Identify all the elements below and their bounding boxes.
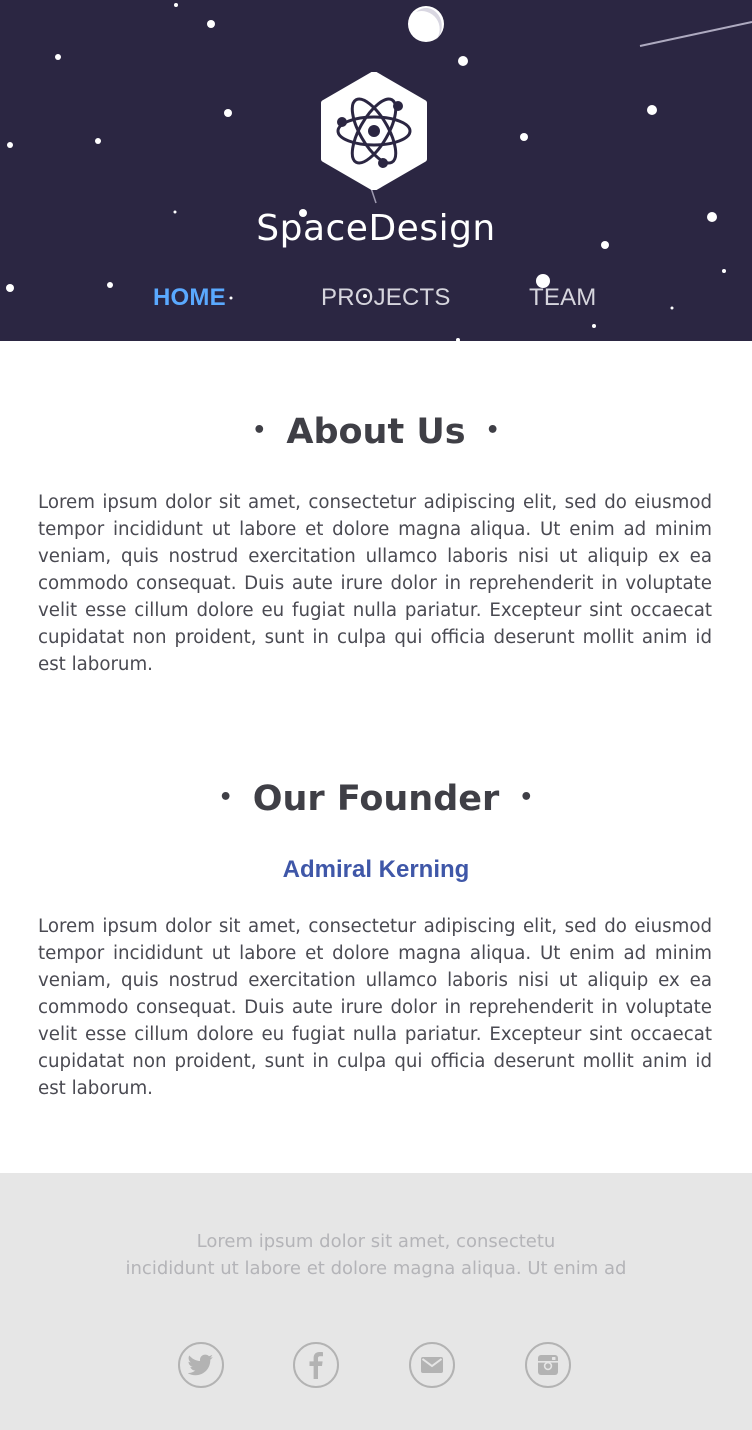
instagram-button[interactable] [525,1342,571,1388]
mail-icon [421,1357,443,1373]
about-paragraph: Lorem ipsum dolor sit amet, consectetur … [38,492,712,675]
footer-line-2: incididunt ut labore et dolore magna ali… [125,1258,627,1279]
nav-item-projects[interactable]: PROJECTS [321,284,451,312]
atom-hexagon-icon [321,72,427,190]
facebook-button[interactable] [293,1342,339,1388]
mail-button[interactable] [409,1342,455,1388]
main-nav: HOME PROJECTS TEAM [0,284,752,316]
nav-item-team[interactable]: TEAM [529,284,596,312]
about-title: About Us [286,412,466,452]
bullet-decoration: • [485,418,500,443]
brand-name: SpaceDesign [256,208,496,249]
founder-heading: • Our Founder • [0,779,752,819]
twitter-button[interactable] [178,1342,224,1388]
nav-item-home[interactable]: HOME [153,284,226,312]
facebook-icon [309,1352,323,1379]
bullet-decoration: • [252,418,267,443]
footer-line-1: Lorem ipsum dolor sit amet, consectetu [196,1231,556,1252]
founder-paragraph: Lorem ipsum dolor sit amet, consectetur … [38,916,712,1099]
founder-name: Admiral Kerning [282,856,470,883]
bullet-decoration: • [519,785,534,810]
footer: Lorem ipsum dolor sit amet, consectetu i… [0,1173,752,1430]
instagram-icon [538,1355,558,1375]
header-banner: SpaceDesign HOME PROJECTS TEAM [0,0,752,341]
twitter-icon [188,1354,213,1376]
bullet-decoration: • [218,785,233,810]
founder-title: Our Founder [252,779,500,819]
footer-text: Lorem ipsum dolor sit amet, consectetu i… [0,1228,752,1282]
about-heading: • About Us • [0,412,752,452]
